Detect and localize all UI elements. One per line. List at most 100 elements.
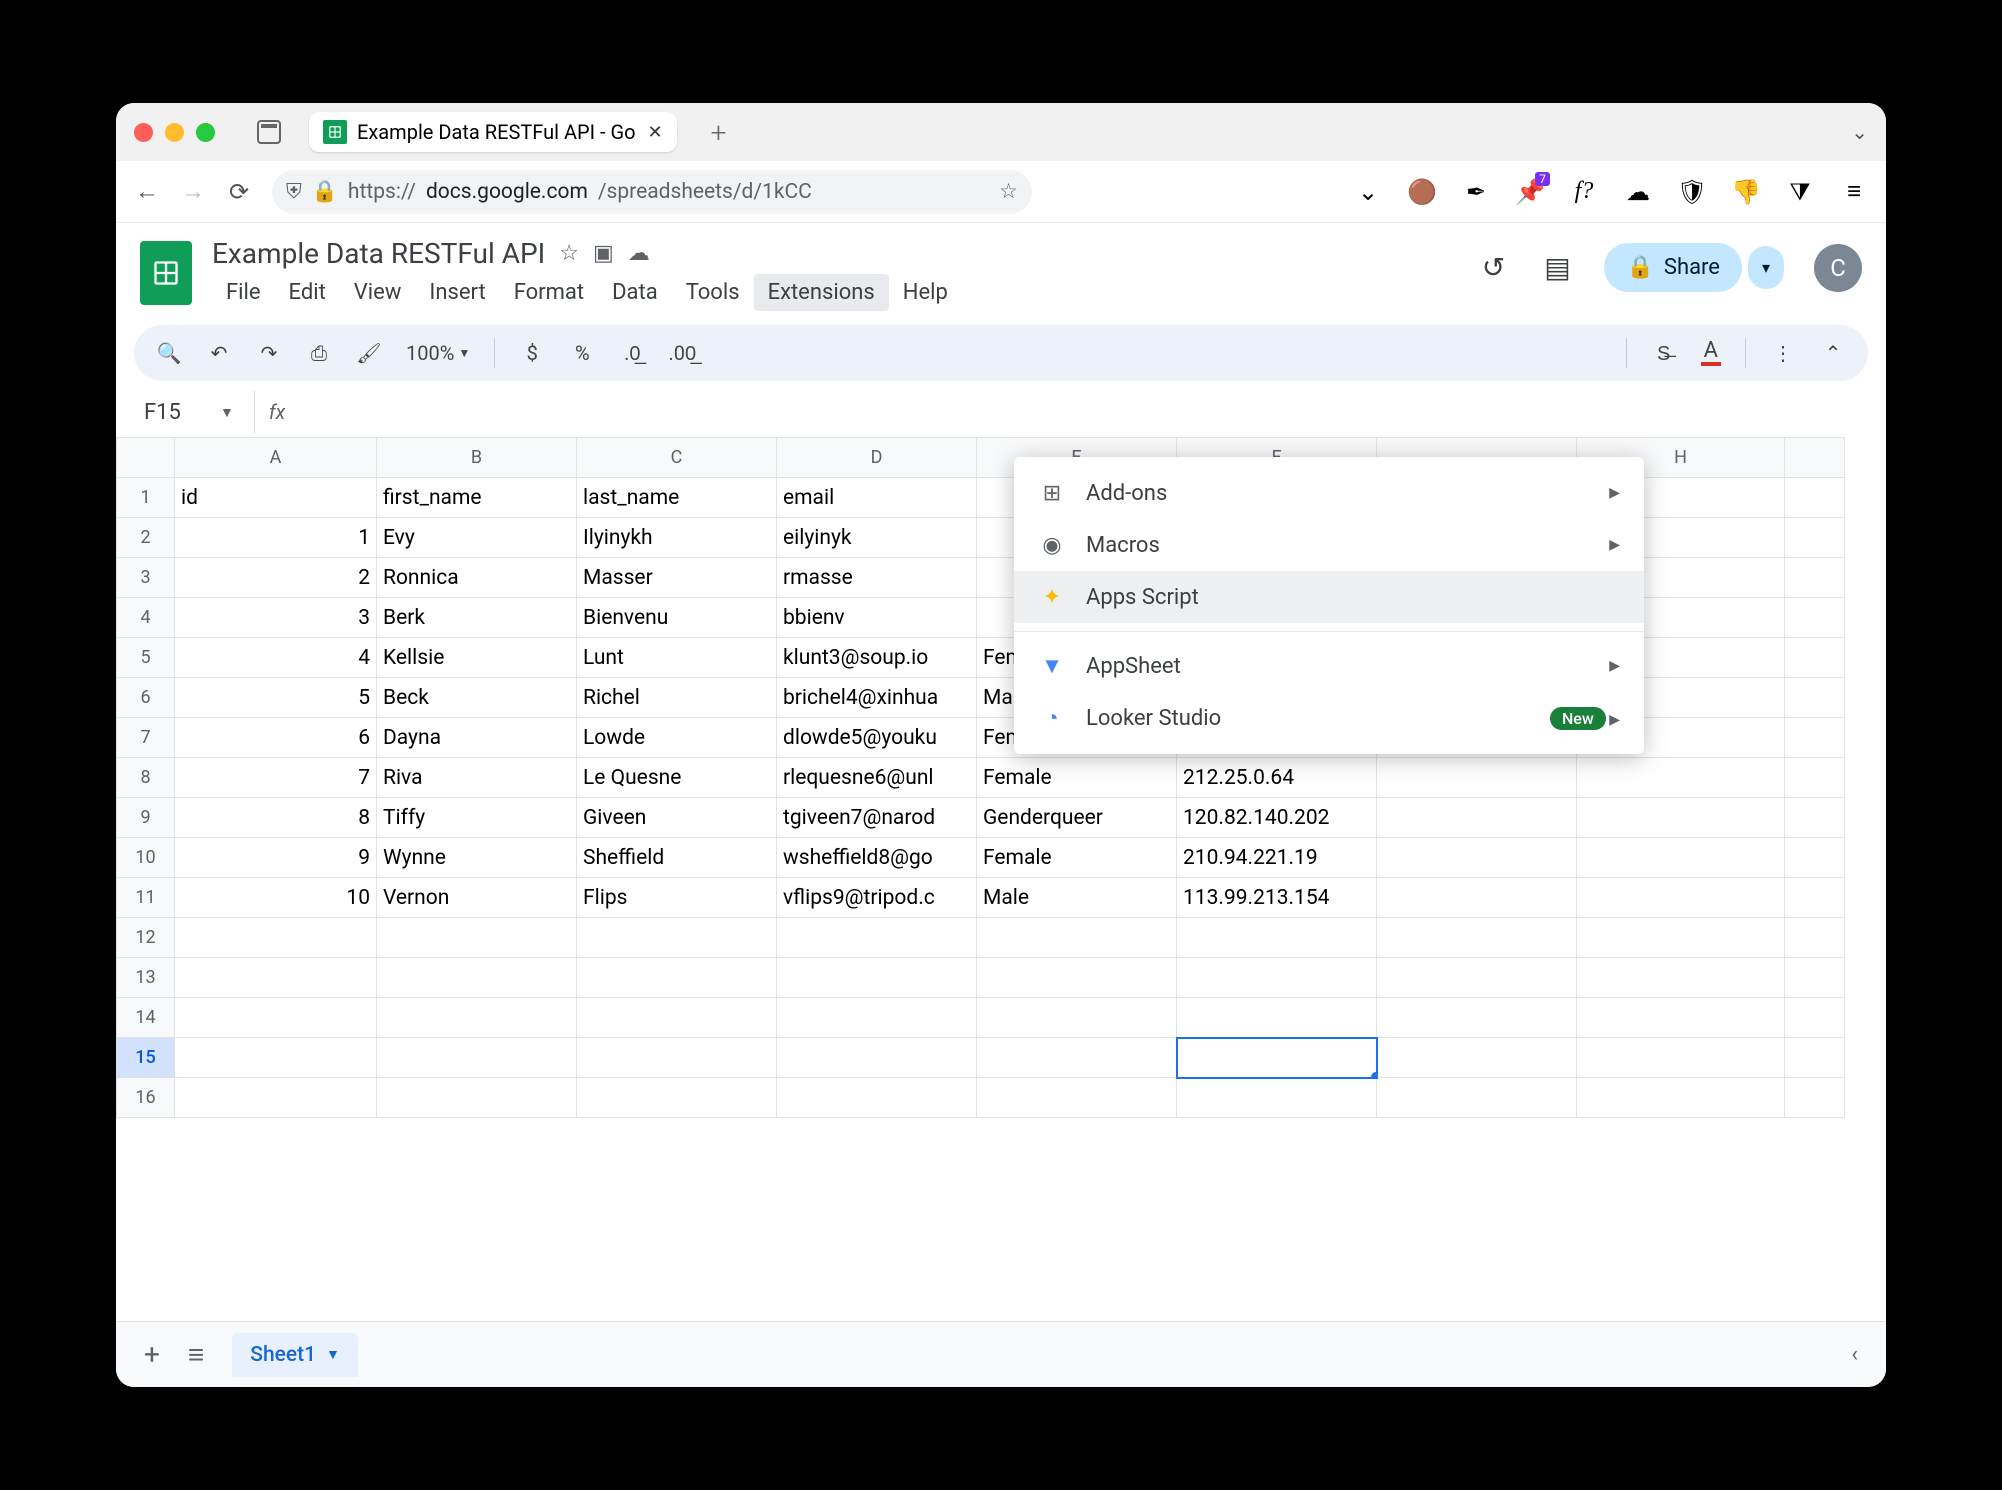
add-sheet-icon[interactable]: + <box>144 1338 160 1371</box>
move-doc-icon[interactable]: ▣ <box>593 241 614 266</box>
cell[interactable]: 4 <box>175 638 377 678</box>
cell[interactable] <box>377 998 577 1038</box>
cell[interactable]: 7 <box>175 758 377 798</box>
back-icon[interactable]: ← <box>134 179 160 205</box>
cell[interactable]: first_name <box>377 478 577 518</box>
row-header[interactable]: 5 <box>117 638 175 678</box>
cell[interactable] <box>977 958 1177 998</box>
cell[interactable]: Flips <box>577 878 777 918</box>
row-header[interactable]: 12 <box>117 918 175 958</box>
col-header[interactable]: D <box>777 438 977 478</box>
row-header[interactable]: 3 <box>117 558 175 598</box>
cell[interactable] <box>1785 998 1845 1038</box>
ext-icon-1[interactable]: 🟤 <box>1408 178 1436 206</box>
menu-view[interactable]: View <box>340 274 416 311</box>
cell[interactable]: Beck <box>377 678 577 718</box>
cell[interactable] <box>1577 798 1785 838</box>
cell[interactable]: Lunt <box>577 638 777 678</box>
menu-item-looker-studio[interactable]: ◔Looker StudioNew ▶ <box>1014 692 1644 744</box>
cell[interactable] <box>1785 958 1845 998</box>
tabs-dropdown-icon[interactable]: ⌄ <box>1851 120 1868 144</box>
row-header[interactable]: 2 <box>117 518 175 558</box>
increase-decimal-icon[interactable]: .00̲ <box>669 340 695 366</box>
thumb-ext-icon[interactable]: 👎 <box>1732 178 1760 206</box>
comments-icon[interactable]: ▤ <box>1540 251 1574 285</box>
all-sheets-icon[interactable]: ≡ <box>188 1338 204 1371</box>
cell[interactable]: brichel4@xinhua <box>777 678 977 718</box>
cell[interactable] <box>1177 998 1377 1038</box>
cell[interactable]: 120.82.140.202 <box>1177 798 1377 838</box>
row-header[interactable]: 15 <box>117 1038 175 1078</box>
cell[interactable] <box>1377 958 1577 998</box>
cell[interactable]: Bienvenu <box>577 598 777 638</box>
row-header[interactable]: 7 <box>117 718 175 758</box>
cell[interactable] <box>1177 1038 1377 1078</box>
cell[interactable] <box>777 998 977 1038</box>
cell[interactable]: wsheffield8@go <box>777 838 977 878</box>
menu-item-add-ons[interactable]: ⊞Add-ons▶ <box>1014 467 1644 519</box>
cell[interactable] <box>1377 918 1577 958</box>
cell[interactable] <box>175 998 377 1038</box>
browser-tab[interactable]: Example Data RESTFul API - Go ✕ <box>309 112 677 152</box>
pocket-icon[interactable]: ⌄ <box>1354 178 1382 206</box>
cell[interactable] <box>777 1078 977 1118</box>
cell[interactable] <box>1785 478 1845 518</box>
cell[interactable] <box>777 1038 977 1078</box>
cell[interactable]: eilyinyk <box>777 518 977 558</box>
cell[interactable]: Sheffield <box>577 838 777 878</box>
cell[interactable]: Giveen <box>577 798 777 838</box>
new-tab-icon[interactable]: + <box>711 116 727 149</box>
cell[interactable] <box>1577 958 1785 998</box>
name-dropdown-icon[interactable]: ▼ <box>220 404 234 421</box>
cell[interactable]: 10 <box>175 878 377 918</box>
cell[interactable]: rlequesne6@unl <box>777 758 977 798</box>
cell[interactable]: last_name <box>577 478 777 518</box>
cell[interactable] <box>1377 838 1577 878</box>
percent-icon[interactable]: % <box>569 340 595 366</box>
menu-item-appsheet[interactable]: ▼AppSheet ▶ <box>1014 640 1644 692</box>
cell[interactable]: Masser <box>577 558 777 598</box>
cell[interactable]: Male <box>977 878 1177 918</box>
cell[interactable] <box>1785 638 1845 678</box>
cell[interactable] <box>1377 798 1577 838</box>
cell[interactable] <box>1785 798 1845 838</box>
cell[interactable] <box>175 958 377 998</box>
menu-icon[interactable]: ≡ <box>1840 178 1868 206</box>
menu-file[interactable]: File <box>212 274 275 311</box>
print-icon[interactable]: ⎙ <box>306 340 332 366</box>
zoom-select[interactable]: 100% ▼ <box>406 341 470 365</box>
cell[interactable]: 8 <box>175 798 377 838</box>
share-button[interactable]: 🔒 Share <box>1604 243 1741 292</box>
cell[interactable]: 113.99.213.154 <box>1177 878 1377 918</box>
close-window-icon[interactable] <box>134 123 153 142</box>
paint-format-icon[interactable]: 🖌 <box>356 340 382 366</box>
row-header[interactable]: 16 <box>117 1078 175 1118</box>
star-icon[interactable]: ☆ <box>999 179 1018 204</box>
cell[interactable] <box>977 918 1177 958</box>
cloud-ext-icon[interactable]: ☁ <box>1624 178 1652 206</box>
extensions-icon[interactable]: ⧩ <box>1786 178 1814 206</box>
cell[interactable]: bbienv <box>777 598 977 638</box>
text-color-icon[interactable]: A <box>1701 340 1721 366</box>
redo-icon[interactable]: ↷ <box>256 340 282 366</box>
cell[interactable] <box>577 998 777 1038</box>
cell[interactable] <box>175 1078 377 1118</box>
cell[interactable]: Dayna <box>377 718 577 758</box>
col-header[interactable]: B <box>377 438 577 478</box>
cell[interactable] <box>1785 758 1845 798</box>
cell[interactable]: Female <box>977 838 1177 878</box>
menu-insert[interactable]: Insert <box>415 274 499 311</box>
cell[interactable] <box>1577 838 1785 878</box>
sheets-logo-icon[interactable] <box>140 241 192 305</box>
cell[interactable]: Riva <box>377 758 577 798</box>
share-dropdown-icon[interactable]: ▾ <box>1748 246 1784 289</box>
cloud-status-icon[interactable]: ☁ <box>628 241 650 266</box>
cell[interactable]: 3 <box>175 598 377 638</box>
cell[interactable]: Berk <box>377 598 577 638</box>
cell[interactable] <box>1785 598 1845 638</box>
cell[interactable] <box>1577 1078 1785 1118</box>
cell[interactable] <box>977 998 1177 1038</box>
cell[interactable] <box>1177 1078 1377 1118</box>
menu-extensions[interactable]: Extensions <box>754 274 889 311</box>
cell[interactable] <box>577 918 777 958</box>
